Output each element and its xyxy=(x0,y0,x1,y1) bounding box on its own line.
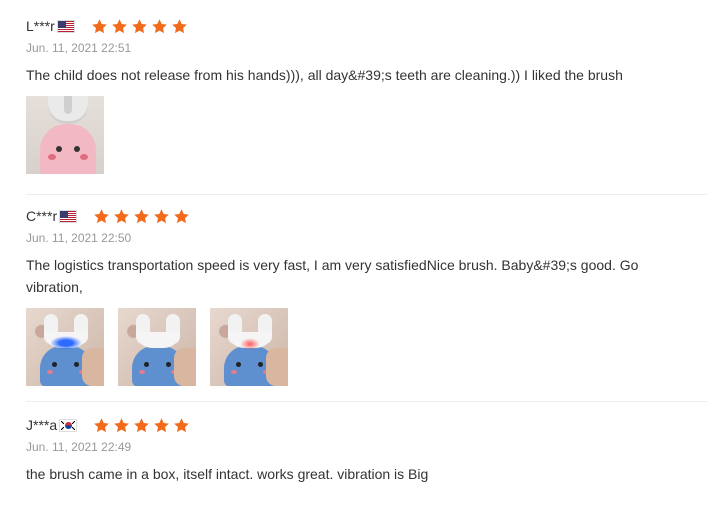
review-photo-thumbnail[interactable] xyxy=(118,308,196,386)
review-photo-thumbnail[interactable] xyxy=(26,96,104,174)
us-flag-icon xyxy=(56,19,75,33)
kr-flag-icon xyxy=(59,418,78,432)
star-icon xyxy=(91,18,108,35)
review-date: Jun. 11, 2021 22:50 xyxy=(26,231,132,245)
star-rating xyxy=(91,18,191,35)
star-icon xyxy=(93,417,110,434)
review-text: The child does not release from his hand… xyxy=(26,67,623,83)
review-text: the brush came in a box, itself intact. … xyxy=(26,466,429,482)
review-header: C***r xyxy=(26,205,707,227)
review-item: J***a Jun. 11, 2021 22:49 the brush came… xyxy=(26,414,707,485)
review-header: L***r xyxy=(26,15,707,37)
review-photo-thumbnail[interactable] xyxy=(210,308,288,386)
review-date: Jun. 11, 2021 22:49 xyxy=(26,440,132,454)
star-icon xyxy=(151,18,168,35)
review-photo-thumbnail[interactable] xyxy=(26,308,104,386)
star-rating xyxy=(93,208,193,225)
star-icon xyxy=(93,208,110,225)
star-icon xyxy=(153,417,170,434)
review-date: Jun. 11, 2021 22:51 xyxy=(26,41,132,55)
review-item: C***r Jun. 11, 2021 22:50 The logistics … xyxy=(26,205,707,386)
review-header: J***a xyxy=(26,414,707,436)
star-icon xyxy=(111,18,128,35)
us-flag-icon xyxy=(59,209,78,223)
star-icon xyxy=(173,417,190,434)
review-photos xyxy=(26,308,707,386)
reviewer-name: L***r xyxy=(26,18,55,34)
star-icon xyxy=(113,417,130,434)
review-divider xyxy=(26,401,707,402)
star-icon xyxy=(173,208,190,225)
star-icon xyxy=(131,18,148,35)
star-icon xyxy=(113,208,130,225)
star-rating xyxy=(93,417,193,434)
review-item: L***r Jun. 11, 2021 22:51 The child does… xyxy=(26,15,707,174)
star-icon xyxy=(171,18,188,35)
review-text: The logistics transportation speed is ve… xyxy=(26,257,639,295)
star-icon xyxy=(153,208,170,225)
review-photos xyxy=(26,96,707,174)
star-icon xyxy=(133,417,150,434)
reviewer-name: C***r xyxy=(26,208,58,224)
star-icon xyxy=(133,208,150,225)
reviewer-name: J***a xyxy=(26,417,58,433)
review-divider xyxy=(26,194,707,195)
